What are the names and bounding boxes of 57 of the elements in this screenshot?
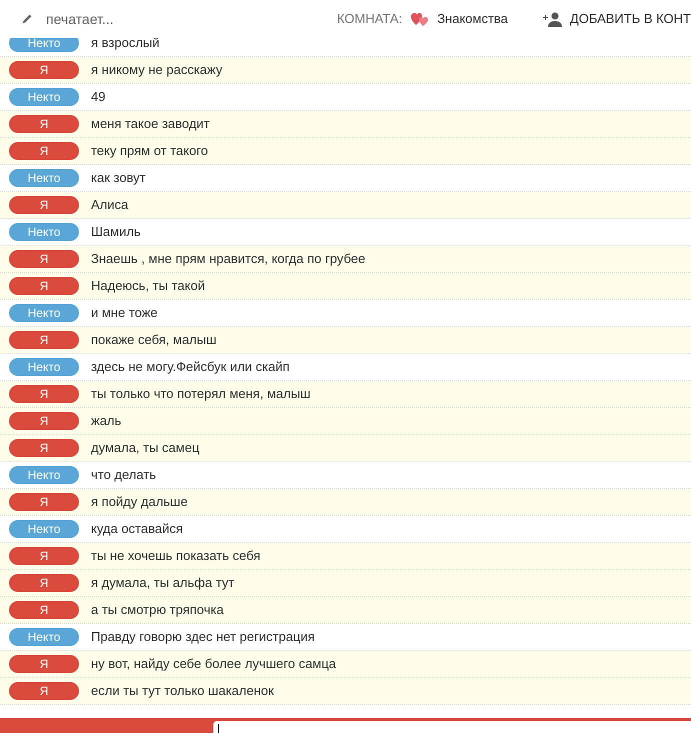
add-user-icon	[542, 11, 562, 27]
me-badge: Я	[9, 61, 79, 79]
me-badge: Я	[9, 331, 79, 349]
message-text: Знаешь , мне прям нравится, когда по грубее	[91, 250, 366, 268]
message-text: я пойду дальше	[91, 493, 188, 512]
pencil-icon	[20, 12, 34, 26]
message-text: ты только что потерял меня, малыш	[91, 385, 311, 404]
hearts-icon	[411, 12, 430, 26]
stranger-badge: Некто	[9, 38, 79, 52]
me-badge: Я	[9, 574, 79, 592]
message-text: здесь не могу.Фейсбук или скайп	[91, 358, 290, 376]
message-text: Шамиль	[91, 223, 141, 242]
me-badge: Я	[9, 547, 79, 565]
me-badge: Я	[9, 196, 79, 214]
message-text: покаже себя, малыш	[91, 331, 217, 350]
message-text: теку прям от такого	[91, 142, 208, 160]
me-badge: Я	[9, 250, 79, 268]
room-label: КОМНАТА:	[336, 10, 402, 28]
me-badge: Я	[9, 493, 79, 511]
stranger-badge: Некто	[9, 223, 79, 241]
me-badge: Я	[9, 385, 79, 403]
message-text: если ты тут только шакаленок	[91, 682, 274, 700]
message-text: Правду говорю здес нет регистрация	[91, 628, 315, 646]
stranger-badge: Некто	[9, 358, 79, 376]
message-text: как зовут	[91, 169, 146, 188]
message-text: и мне тоже	[91, 304, 158, 322]
stranger-badge: Некто	[9, 169, 79, 187]
me-badge: Я	[9, 412, 79, 430]
stranger-badge: Некто	[9, 628, 79, 646]
message-text: ну вот, найду себе более лучшего самца	[91, 655, 336, 674]
stranger-badge: Некто	[9, 520, 79, 538]
me-badge: Я	[9, 142, 79, 160]
stranger-badge: Некто	[9, 466, 79, 484]
message-text: Надеюсь, ты такой	[91, 277, 205, 296]
me-badge: Я	[9, 682, 79, 700]
message-text: что делать	[91, 466, 156, 484]
message-text: а ты смотрю тряпочка	[91, 601, 224, 620]
me-badge: Я	[9, 115, 79, 133]
typing-status: печатает...	[46, 10, 114, 28]
me-badge: Я	[9, 655, 79, 673]
message-text: ты не хочешь показать себя	[91, 547, 260, 566]
message-text: 49	[91, 88, 106, 106]
message-text: Алиса	[91, 196, 128, 214]
message-text: меня такое заводит	[91, 115, 210, 134]
stranger-badge: Некто	[9, 88, 79, 106]
add-contact-button[interactable]: ДОБАВИТЬ В КОНТ	[570, 9, 691, 29]
room-link[interactable]: Знакомства	[437, 9, 508, 29]
message-text: куда оставайся	[91, 520, 183, 538]
message-text: жаль	[91, 412, 122, 430]
me-badge: Я	[9, 439, 79, 457]
message-input[interactable]	[213, 721, 691, 733]
message-text: я никому не расскажу	[91, 61, 222, 80]
message-text: я думала, ты альфа тут	[91, 574, 234, 592]
message-text: думала, ты самец	[91, 439, 200, 458]
me-badge: Я	[9, 277, 79, 295]
stranger-badge: Некто	[9, 304, 79, 322]
me-badge: Я	[9, 601, 79, 619]
